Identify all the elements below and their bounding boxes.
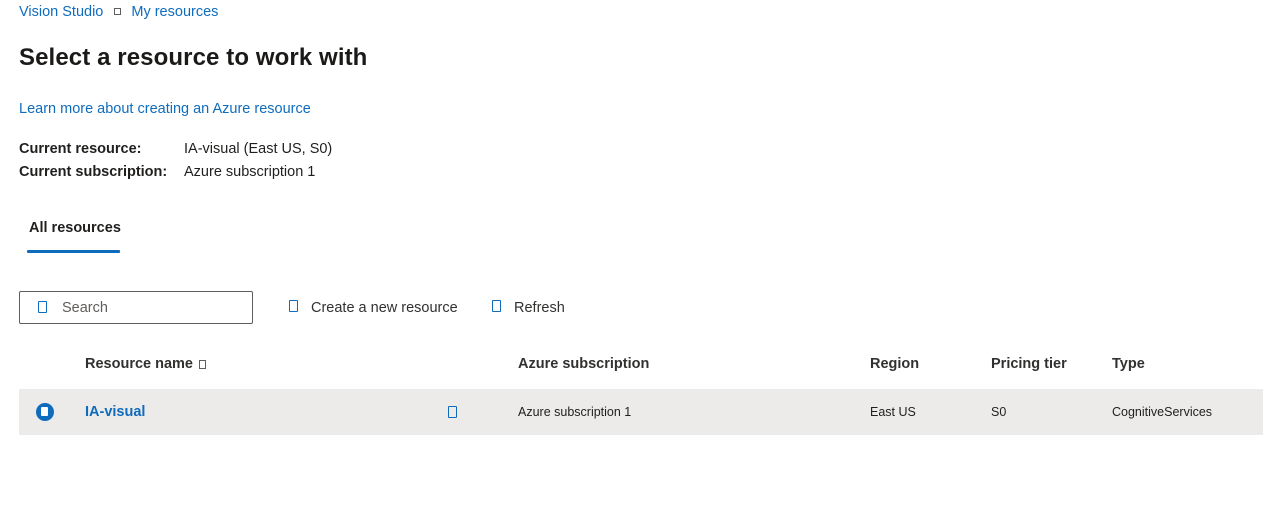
resource-picker-page: Vision Studio My resources Select a reso… <box>0 0 1263 527</box>
breadcrumb-my-resources[interactable]: My resources <box>131 3 218 21</box>
column-header-label: Resource name <box>85 356 193 372</box>
column-header-type[interactable]: Type <box>1112 356 1145 372</box>
current-subscription-label: Current subscription: <box>19 164 168 180</box>
current-subscription-value: Azure subscription 1 <box>184 164 316 180</box>
column-header-azure-subscription[interactable]: Azure subscription <box>518 356 649 372</box>
current-resource-label: Current resource: <box>19 141 142 157</box>
page-title: Select a resource to work with <box>19 44 368 71</box>
create-resource-button[interactable]: Create a new resource <box>289 300 458 316</box>
breadcrumb-vision-studio[interactable]: Vision Studio <box>19 3 103 21</box>
search-input[interactable] <box>62 299 242 316</box>
resource-name-link[interactable]: IA-visual <box>85 404 145 420</box>
radio-selected-icon[interactable] <box>36 403 54 421</box>
current-resource-row: Current resource: IA-visual (East US, S0… <box>19 141 332 157</box>
column-header-label: Pricing tier <box>991 356 1067 372</box>
column-header-label: Region <box>870 356 920 372</box>
breadcrumb: Vision Studio My resources <box>19 3 218 21</box>
column-header-label: Type <box>1112 356 1145 372</box>
add-icon <box>289 300 298 312</box>
table-row[interactable]: IA-visual Azure subscription 1 East US S… <box>19 389 1263 435</box>
column-header-region[interactable]: Region <box>870 356 919 372</box>
current-resource-value: IA-visual (East US, S0) <box>184 141 333 157</box>
cell-type: CognitiveServices <box>1112 405 1213 419</box>
chevron-right-icon <box>114 7 122 15</box>
cell-region: East US <box>870 405 916 419</box>
current-subscription-row: Current subscription: Azure subscription… <box>19 164 315 180</box>
column-header-pricing-tier[interactable]: Pricing tier <box>991 356 1067 372</box>
search-icon <box>38 300 47 313</box>
learn-more-link[interactable]: Learn more about creating an Azure resou… <box>19 101 311 117</box>
column-header-label: Azure subscription <box>518 356 650 372</box>
refresh-icon <box>492 300 501 312</box>
refresh-button[interactable]: Refresh <box>492 300 565 316</box>
cell-pricing-tier: S0 <box>991 405 1007 419</box>
create-resource-label: Create a new resource <box>311 300 458 316</box>
column-header-resource-name[interactable]: Resource name <box>85 356 206 372</box>
refresh-label: Refresh <box>514 300 565 316</box>
tab-all-resources[interactable]: All resources <box>27 220 123 236</box>
search-box[interactable] <box>19 291 253 324</box>
copy-icon[interactable] <box>448 406 457 418</box>
cell-subscription: Azure subscription 1 <box>518 405 632 419</box>
tab-selected-indicator <box>27 250 120 253</box>
sort-icon <box>199 359 206 369</box>
